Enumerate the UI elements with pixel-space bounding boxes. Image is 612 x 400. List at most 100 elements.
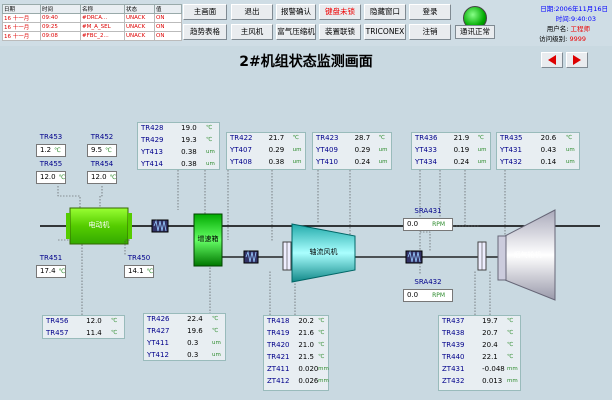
tag-label: YT434	[415, 158, 437, 166]
tag-label: TR427	[147, 327, 170, 335]
value-field: 0.0 RPM	[403, 218, 453, 231]
unit-text: ℃	[507, 330, 514, 336]
unit-text: ℃	[206, 137, 213, 143]
unit-text: ℃	[507, 342, 514, 348]
tag-label: YT414	[141, 160, 163, 168]
value-text: 11.4	[86, 329, 102, 337]
unit-text: ℃	[111, 330, 118, 336]
value-text: 0.38	[268, 158, 285, 166]
data-row: YT408 0.38 um	[227, 158, 305, 169]
unit-text: RPM	[432, 292, 446, 299]
tag-label: TR457	[46, 329, 69, 337]
unit-text: mm	[507, 378, 518, 384]
value-text: 0.14	[540, 158, 557, 166]
data-row: YT432 0.14 um	[497, 158, 579, 169]
value-text: 19.7	[482, 317, 498, 325]
unit-text: ℃	[318, 330, 325, 336]
value-text: 9.5	[91, 146, 103, 154]
tr455-box: TR455 12.0 ℃	[36, 160, 66, 185]
value-field: 17.4 ℃	[36, 265, 66, 278]
value-text: 20.7	[482, 329, 498, 337]
unit-text: ℃	[565, 135, 573, 141]
value-text: 0.026	[298, 377, 319, 385]
unit-text: um	[206, 149, 215, 155]
data-row: TR427 19.6 ℃	[144, 327, 225, 338]
unit-text: um	[565, 147, 575, 153]
data-row: TR436 21.9 ℃	[412, 134, 490, 145]
data-row: ZT432 0.013 mm	[439, 377, 520, 388]
bearing-box-turbine-left: TR436 21.9 ℃ YT433 0.19 um YT434 0.24 um	[411, 132, 491, 170]
value-text: 19.0	[181, 124, 197, 132]
bearing-box-fan-left: TR422 21.7 ℃ YT407 0.29 um YT408 0.38 um	[226, 132, 306, 170]
tag-label: TR437	[442, 317, 465, 325]
value-text: 0.38	[181, 160, 197, 168]
value-field: 12.0 ℃	[87, 171, 117, 184]
data-row: TR457 11.4 ℃	[43, 329, 124, 340]
motor-bearing-box: TR456 12.0 ℃ TR457 11.4 ℃	[42, 315, 125, 339]
unit-text: ℃	[111, 318, 118, 324]
data-row: TR438 20.7 ℃	[439, 329, 520, 340]
value-text: 0.3	[187, 351, 199, 359]
unit-text: ℃	[212, 328, 219, 334]
unit-text: mm	[318, 366, 329, 372]
tag-label: TR454	[90, 160, 114, 168]
tag-label: YT409	[316, 146, 338, 154]
data-row: YT431 0.43 um	[497, 146, 579, 157]
data-row: TR456 12.0 ℃	[43, 317, 124, 328]
axial-fan-label: 轴流风机	[309, 248, 338, 256]
tr451-box: TR451 17.4 ℃	[36, 254, 66, 279]
data-row: TR420 21.0 ℃	[264, 341, 328, 352]
unit-text: ℃	[318, 354, 325, 360]
value-text: 21.6	[298, 329, 314, 337]
tag-label: TR451	[39, 254, 63, 262]
unit-text: um	[206, 161, 215, 167]
data-row: TR419 21.6 ℃	[264, 329, 328, 340]
tr452-box: TR452 9.5 ℃	[87, 133, 117, 158]
unit-text: um	[212, 352, 221, 358]
value-text: 20.4	[482, 341, 498, 349]
gas-turbine-label: 烟气轮机	[513, 251, 542, 259]
unit-text: ℃	[146, 268, 154, 275]
tag-label: TR453	[39, 133, 63, 141]
unit-text: um	[565, 159, 575, 165]
turbine-thrust-box: TR437 19.7 ℃ TR438 20.7 ℃ TR439 20.4 ℃ TR440 22.1 ℃…	[438, 315, 521, 391]
value-text: 0.3	[187, 339, 199, 347]
tag-label: YT412	[147, 351, 169, 359]
unit-text: ℃	[58, 174, 66, 181]
value-text: 0.24	[453, 158, 470, 166]
unit-text: ℃	[105, 147, 112, 154]
value-text: 0.43	[540, 146, 557, 154]
tr453-box: TR453 1.2 ℃	[36, 133, 66, 158]
data-row: YT411 0.3 um	[144, 339, 225, 350]
tag-label: TR422	[230, 134, 253, 142]
gearbox-label: 增速箱	[197, 235, 219, 243]
motor-label: 电动机	[88, 221, 110, 229]
tag-label: YT432	[500, 158, 522, 166]
value-text: 12.0	[91, 173, 107, 181]
value-text: 14.1	[128, 267, 144, 275]
data-row: TR429 19.3 ℃	[138, 136, 219, 147]
value-text: 20.2	[298, 317, 314, 325]
unit-text: um	[212, 340, 221, 346]
data-row: YT412 0.3 um	[144, 351, 225, 362]
value-text: -0.048	[482, 365, 505, 373]
unit-text: um	[477, 147, 487, 153]
unit-text: ℃	[477, 135, 484, 141]
tag-label: TR418	[267, 317, 290, 325]
tag-label: SRA431	[414, 207, 442, 215]
data-row: YT407 0.29 um	[227, 146, 305, 157]
sra431-box: SRA431 0.0 RPM	[403, 207, 453, 232]
value-text: 28.7	[354, 134, 371, 142]
data-row: YT434 0.24 um	[412, 158, 490, 169]
data-row: YT409 0.29 um	[313, 146, 391, 157]
value-text: 0.0	[407, 220, 419, 228]
data-row: TR439 20.4 ℃	[439, 341, 520, 352]
value-field: 0.0 RPM	[403, 289, 453, 302]
value-text: 17.4	[40, 267, 56, 275]
sra432-box: SRA432 0.0 RPM	[403, 278, 453, 303]
unit-text: um	[292, 159, 302, 165]
unit-text: ℃	[507, 354, 514, 360]
gearbox-bottom-box: TR426 22.4 ℃ TR427 19.6 ℃ YT411 0.3 um YT412 0.3 um	[143, 313, 226, 361]
tag-label: ZT432	[442, 377, 465, 385]
value-text: 0.38	[181, 148, 197, 156]
